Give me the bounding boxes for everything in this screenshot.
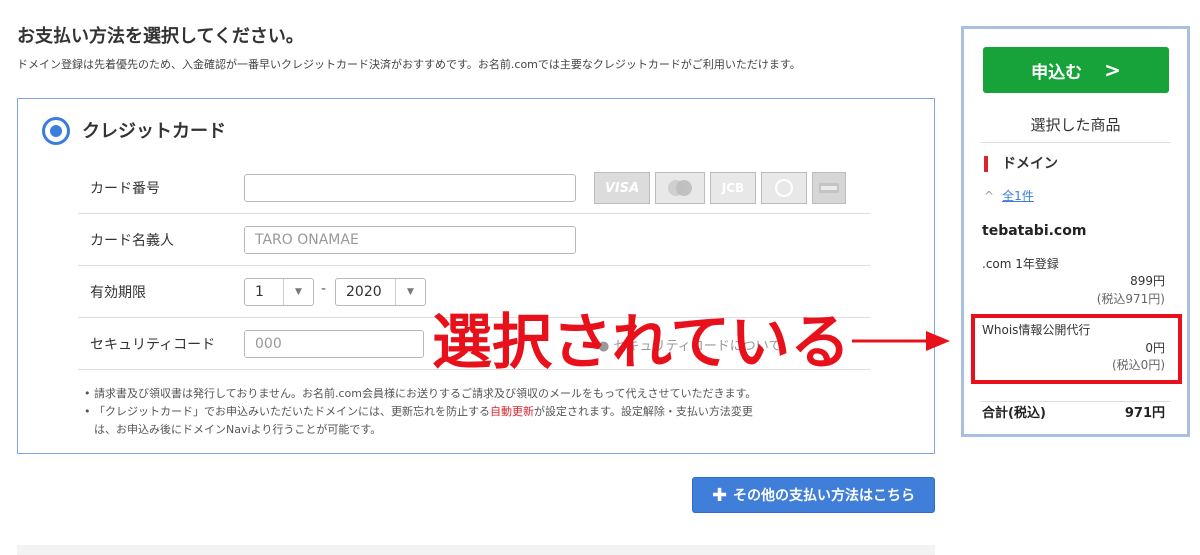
credit-card-title: クレジットカード (82, 121, 226, 142)
mastercard-logo-icon (655, 172, 705, 204)
annotation-highlight-box (971, 314, 1182, 384)
security-code-input[interactable]: 000 (244, 330, 424, 358)
note-text: は、お申込み後にドメインNaviより行うことが可能です。 (94, 423, 382, 436)
expiry-month-value: 1 (255, 284, 264, 300)
credit-card-radio[interactable] (42, 117, 70, 145)
note-text: 「クレジットカード」でお申込みいただいたドメインには、更新忘れを防止する (94, 405, 490, 418)
amex-logo-icon (812, 172, 846, 204)
card-holder-row: カード名義人 TARO ONAMAE (78, 214, 870, 266)
auto-renew-link[interactable]: 自動更新 (490, 405, 534, 418)
other-payment-methods-label: その他の支払い方法はこちら (733, 488, 916, 504)
chevron-right-icon: > (1104, 58, 1121, 82)
page-title: お支払い方法を選択してください。 (17, 26, 304, 47)
card-holder-input[interactable]: TARO ONAMAE (244, 226, 576, 254)
expiry-year-select[interactable]: 2020 ▼ (335, 278, 426, 306)
card-holder-label: カード名義人 (90, 233, 174, 249)
domain-name: tebatabi.com (982, 223, 1087, 239)
plus-icon: ✚ (711, 484, 728, 506)
chevron-up-icon: ^ (984, 189, 995, 203)
note-text: 請求書及び領収書は発行しておりません。お名前.com会員様にお送りするご請求及び… (94, 387, 757, 400)
payment-notes: • 請求書及び領収書は発行しておりません。お名前.com会員様にお送りするご請求… (84, 385, 864, 439)
note-item: • 「クレジットカード」でお申込みいただいたドメインには、更新忘れを防止する自動… (84, 405, 753, 418)
expiry-year-value: 2020 (346, 284, 382, 300)
credit-card-panel: クレジットカード カード番号 VISA JCB カード名義人 TARO ONAM… (17, 98, 935, 454)
chevron-down-icon: ▼ (283, 279, 313, 305)
other-payment-methods-button[interactable]: ✚ その他の支払い方法はこちら (692, 477, 935, 513)
expiry-month-select[interactable]: 1 ▼ (244, 278, 314, 306)
diners-club-logo-icon (761, 172, 807, 204)
total-value: 971円 (1124, 406, 1165, 421)
divider (981, 142, 1170, 143)
annotation-arrow-icon (852, 331, 950, 351)
page-subtitle: ドメイン登録は先着優先のため、入金確認が一番早いクレジットカード決済がおすすめで… (17, 58, 801, 71)
note-item: • 請求書及び領収書は発行しておりません。お名前.com会員様にお送りするご請求… (84, 387, 757, 400)
total-label: 合計(税込) (982, 406, 1046, 421)
visa-logo-icon: VISA (594, 172, 650, 204)
card-number-label: カード番号 (90, 181, 160, 197)
item-tax: (税込971円) (1096, 292, 1165, 306)
payment-area: お支払い方法を選択してください。 ドメイン登録は先着優先のため、入金確認が一番早… (0, 0, 950, 555)
expiry-label: 有効期限 (90, 285, 146, 301)
card-number-row: カード番号 VISA JCB (78, 162, 870, 214)
domain-category-heading: ドメイン (984, 156, 1058, 172)
note-text: が設定されます。設定解除・支払い方法変更 (534, 405, 753, 418)
items-count-link[interactable]: 全1件 (1002, 189, 1034, 203)
apply-button[interactable]: 申込む > (983, 47, 1169, 93)
chevron-down-icon: ▼ (395, 279, 425, 305)
security-code-label: セキュリティコード (90, 337, 216, 353)
items-toggle[interactable]: ^ 全1件 (984, 187, 1034, 204)
selected-items-title: 選択した商品 (1030, 116, 1121, 134)
item-price: 899円 (1130, 274, 1165, 288)
jcb-logo-icon: JCB (710, 172, 756, 204)
note-item: は、お申込み後にドメインNaviより行うことが可能です。 (84, 421, 864, 439)
item-label: .com 1年登録 (982, 257, 1059, 271)
expiry-separator: - (321, 281, 327, 297)
apply-button-label: 申込む (1031, 62, 1083, 83)
card-number-input[interactable] (244, 174, 576, 202)
annotation-text: 選択されている (432, 308, 851, 378)
bottom-section-strip (17, 545, 935, 555)
